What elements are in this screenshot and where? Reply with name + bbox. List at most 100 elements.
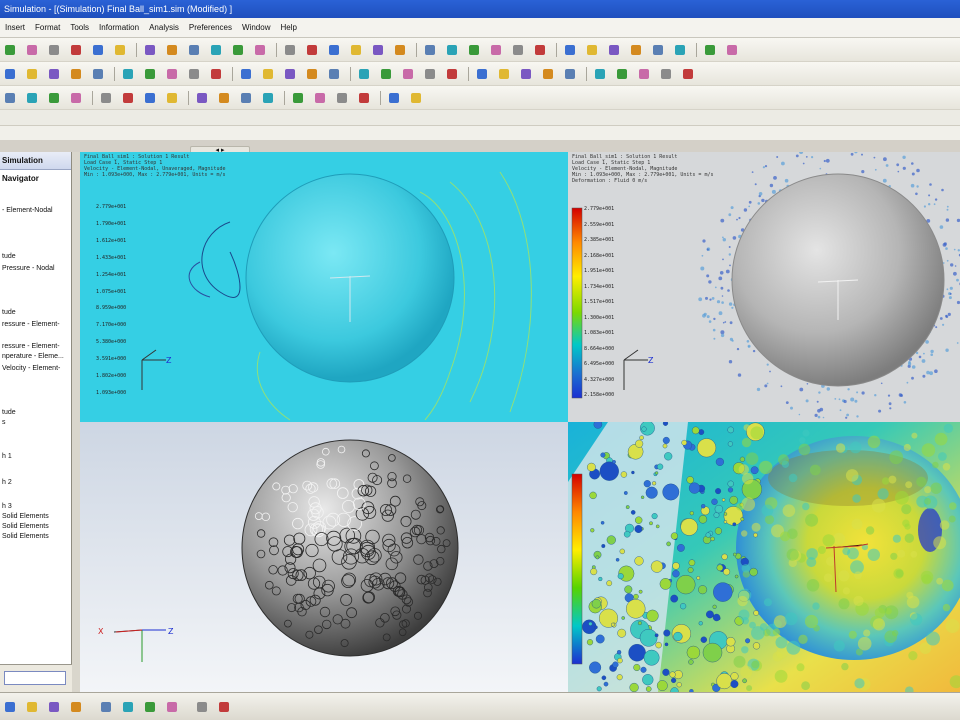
toolbar-button[interactable]	[370, 42, 386, 58]
toolbar-button[interactable]	[408, 90, 424, 106]
toolbar-button[interactable]	[46, 42, 62, 58]
toolbar-button[interactable]	[164, 66, 180, 82]
toolbar-button[interactable]	[510, 42, 526, 58]
toolbar-button[interactable]	[658, 66, 674, 82]
toolbar-button[interactable]	[238, 90, 254, 106]
menu-window[interactable]: Window	[237, 18, 275, 38]
toolbar-button[interactable]	[98, 699, 114, 715]
toolbar-button[interactable]	[422, 42, 438, 58]
toolbar-button[interactable]	[466, 42, 482, 58]
toolbar-button[interactable]	[186, 42, 202, 58]
toolbar-button[interactable]	[628, 42, 644, 58]
toolbar-button[interactable]	[120, 90, 136, 106]
toolbar-button[interactable]	[164, 90, 180, 106]
toolbar-button[interactable]	[46, 90, 62, 106]
toolbar-button[interactable]	[386, 90, 402, 106]
toolbar-button[interactable]	[260, 66, 276, 82]
toolbar-button[interactable]	[400, 66, 416, 82]
toolbar-button[interactable]	[90, 66, 106, 82]
viewport-top-right[interactable]: Z Final Ball_sim1 : Solution 1 Result Loa…	[568, 152, 960, 422]
menu-tools[interactable]: Tools	[65, 18, 94, 38]
navigator-item[interactable]: Pressure - Nodal	[2, 264, 55, 273]
toolbar-button[interactable]	[2, 42, 18, 58]
toolbar-button[interactable]	[326, 66, 342, 82]
toolbar-button[interactable]	[208, 66, 224, 82]
toolbar-button[interactable]	[194, 699, 210, 715]
toolbar-button[interactable]	[120, 699, 136, 715]
navigator-item[interactable]: tude	[2, 308, 16, 317]
toolbar-button[interactable]	[186, 66, 202, 82]
toolbar-button[interactable]	[378, 66, 394, 82]
navigator-item[interactable]: nperature - Eleme...	[2, 352, 64, 361]
menu-help[interactable]: Help	[275, 18, 301, 38]
navigator-item[interactable]: tude	[2, 408, 16, 417]
toolbar-button[interactable]	[532, 42, 548, 58]
toolbar-button[interactable]	[392, 42, 408, 58]
navigator-item[interactable]: ressure - Element-	[2, 342, 60, 351]
toolbar-button[interactable]	[252, 42, 268, 58]
toolbar-button[interactable]	[238, 66, 254, 82]
toolbar-button[interactable]	[518, 66, 534, 82]
toolbar-button[interactable]	[230, 42, 246, 58]
toolbar-button[interactable]	[290, 90, 306, 106]
toolbar-button[interactable]	[562, 42, 578, 58]
menu-format[interactable]: Format	[30, 18, 65, 38]
toolbar-button[interactable]	[142, 42, 158, 58]
navigator-item[interactable]: - Element-Nodal	[2, 206, 53, 215]
toolbar-button[interactable]	[304, 42, 320, 58]
toolbar-button[interactable]	[496, 66, 512, 82]
toolbar-button[interactable]	[304, 66, 320, 82]
toolbar-button[interactable]	[672, 42, 688, 58]
toolbar-button[interactable]	[142, 699, 158, 715]
toolbar-button[interactable]	[46, 699, 62, 715]
toolbar-button[interactable]	[702, 42, 718, 58]
toolbar-button[interactable]	[216, 90, 232, 106]
navigator-item[interactable]: ressure - Element-	[2, 320, 60, 329]
toolbar-button[interactable]	[540, 66, 556, 82]
toolbar-button[interactable]	[680, 66, 696, 82]
toolbar-button[interactable]	[2, 66, 18, 82]
toolbar-button[interactable]	[46, 66, 62, 82]
toolbar-button[interactable]	[312, 90, 328, 106]
toolbar-button[interactable]	[142, 66, 158, 82]
toolbar-button[interactable]	[24, 90, 40, 106]
toolbar-button[interactable]	[194, 90, 210, 106]
toolbar-button[interactable]	[208, 42, 224, 58]
toolbar-button[interactable]	[592, 66, 608, 82]
toolbar-button[interactable]	[636, 66, 652, 82]
toolbar-button[interactable]	[650, 42, 666, 58]
toolbar-button[interactable]	[164, 699, 180, 715]
navigator-item[interactable]: h 3	[2, 502, 12, 511]
toolbar-button[interactable]	[584, 42, 600, 58]
toolbar-button[interactable]	[474, 66, 490, 82]
toolbar-button[interactable]	[68, 66, 84, 82]
navigator-item[interactable]: Solid Elements	[2, 512, 49, 521]
toolbar-button[interactable]	[68, 90, 84, 106]
menu-information[interactable]: Information	[94, 18, 144, 38]
navigator-item[interactable]: h 2	[2, 478, 12, 487]
navigator-item[interactable]: Velocity - Element-	[2, 364, 60, 373]
toolbar-button[interactable]	[444, 42, 460, 58]
toolbar-button[interactable]	[216, 699, 232, 715]
toolbar-button[interactable]	[356, 90, 372, 106]
viewport-bottom-right[interactable]	[568, 422, 960, 692]
toolbar-button[interactable]	[260, 90, 276, 106]
navigator-scroll-box[interactable]	[4, 671, 66, 685]
navigator-item[interactable]: s	[2, 418, 6, 427]
toolbar-button[interactable]	[348, 42, 364, 58]
toolbar-button[interactable]	[98, 90, 114, 106]
toolbar-button[interactable]	[142, 90, 158, 106]
toolbar-button[interactable]	[614, 66, 630, 82]
menu-analysis[interactable]: Analysis	[144, 18, 184, 38]
viewport-bottom-left[interactable]: X Z	[80, 422, 568, 692]
toolbar-button[interactable]	[2, 90, 18, 106]
menu-preferences[interactable]: Preferences	[184, 18, 237, 38]
toolbar-button[interactable]	[282, 66, 298, 82]
toolbar-button[interactable]	[112, 42, 128, 58]
toolbar-button[interactable]	[164, 42, 180, 58]
menu-insert[interactable]: Insert	[0, 18, 30, 38]
toolbar-button[interactable]	[724, 42, 740, 58]
navigator-splitter[interactable]	[72, 152, 80, 692]
toolbar-button[interactable]	[606, 42, 622, 58]
toolbar-button[interactable]	[120, 66, 136, 82]
